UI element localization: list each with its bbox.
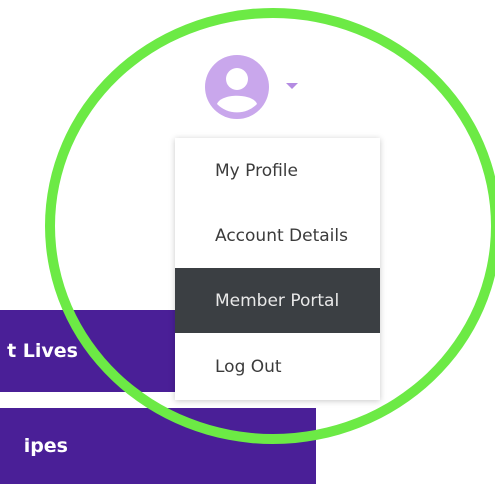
user-dropdown-menu: My Profile Account Details Member Portal…	[175, 138, 380, 400]
menu-item-account-details[interactable]: Account Details	[175, 203, 380, 268]
nav-item-label: ipes	[23, 435, 68, 457]
menu-item-my-profile[interactable]: My Profile	[175, 138, 380, 203]
page: t Lives ipes My Profile Account Details …	[0, 0, 495, 484]
caret-down-icon[interactable]	[286, 83, 298, 89]
menu-item-member-portal[interactable]: Member Portal	[175, 268, 380, 333]
menu-item-log-out[interactable]: Log Out	[175, 333, 380, 400]
nav-item-recipes[interactable]: ipes	[0, 408, 316, 484]
user-avatar-icon[interactable]	[205, 55, 269, 119]
nav-item-label: t Lives	[7, 340, 78, 362]
